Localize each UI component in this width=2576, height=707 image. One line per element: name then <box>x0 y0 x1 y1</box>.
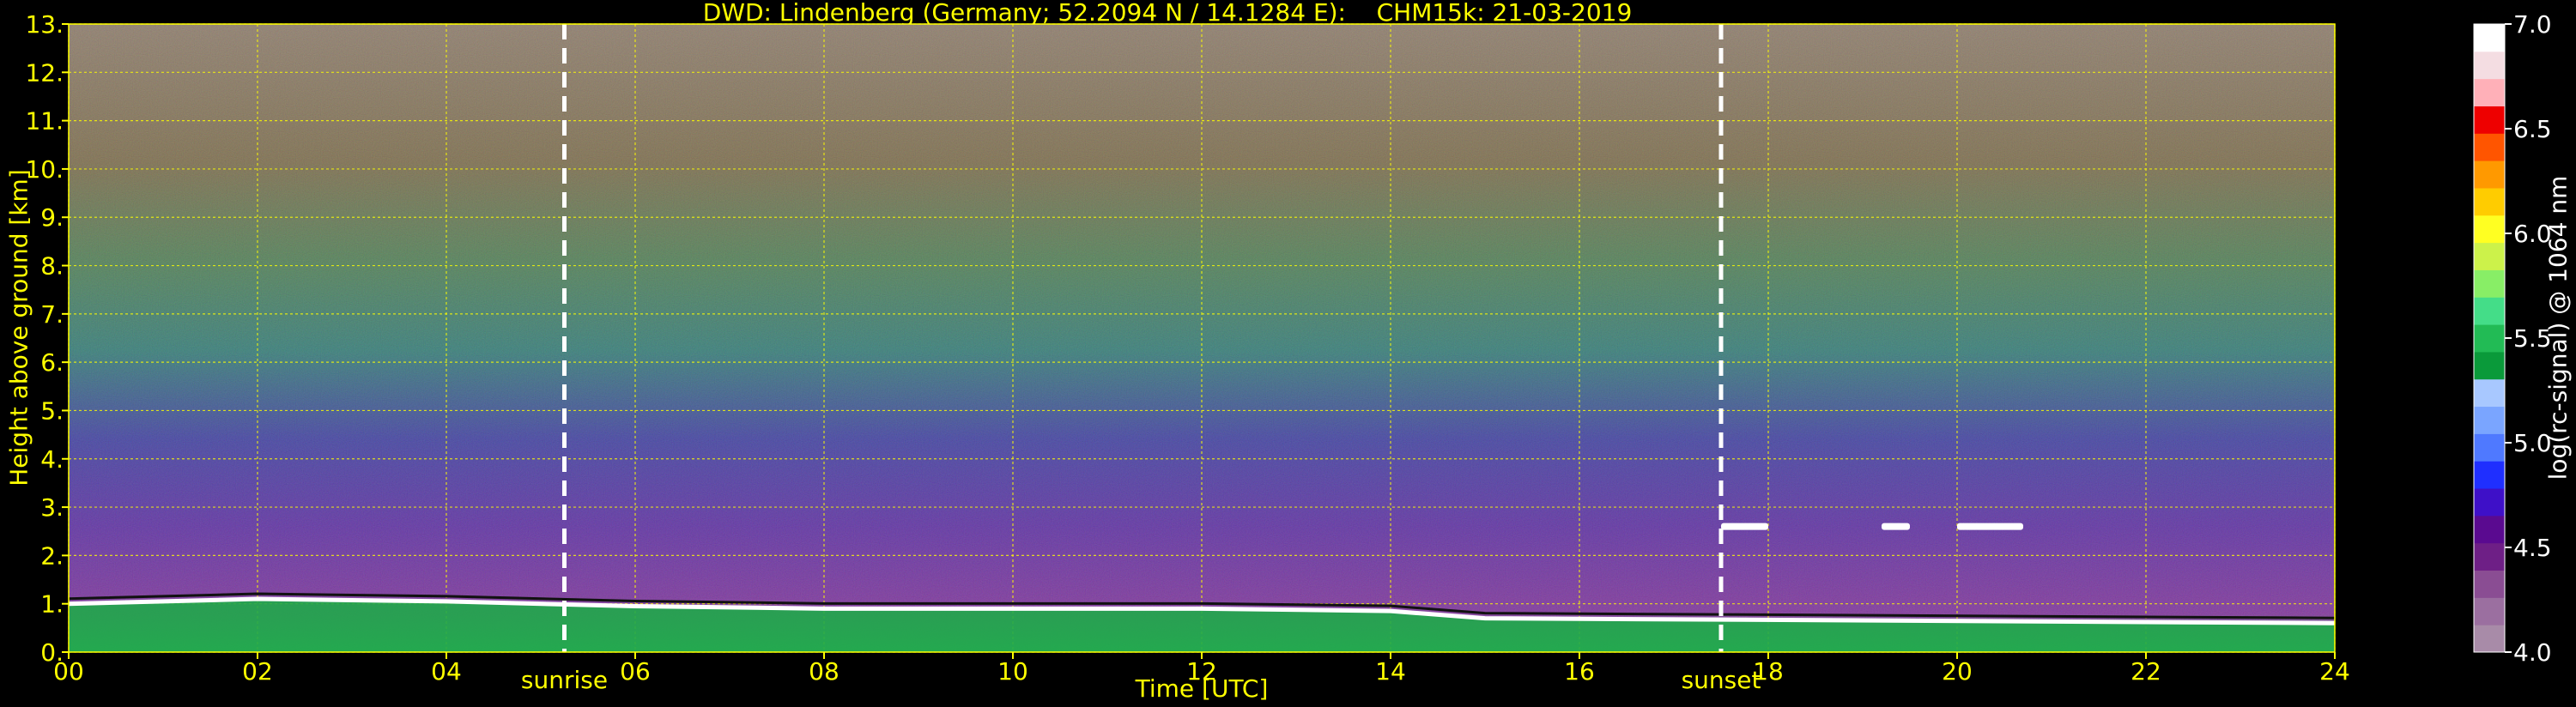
colorbar-segment <box>2474 106 2505 134</box>
colorbar-segment <box>2474 51 2505 80</box>
colorbar-segment <box>2474 24 2505 52</box>
colorbar-segment <box>2474 133 2505 161</box>
ceilometer-chart: DWD: Lindenberg (Germany; 52.2094 N / 14… <box>0 0 2576 707</box>
colorbar-segment <box>2474 597 2505 625</box>
y-tick-label: 8. <box>40 252 64 281</box>
colorbar-segment <box>2474 78 2505 106</box>
colorbar-segment <box>2474 378 2505 408</box>
colorbar-segment <box>2474 570 2505 598</box>
cloud-segment <box>1721 523 1768 530</box>
cloud-segment <box>1957 523 2023 530</box>
colorbar-tick-label: 6.5 <box>2513 115 2552 143</box>
colorbar-segment <box>2474 625 2505 653</box>
colorbar-segment <box>2474 461 2505 489</box>
x-axis-label: Time [UTC] <box>1135 674 1269 703</box>
colorbar-tick-label: 4.0 <box>2513 638 2552 667</box>
cloud-segment <box>1882 523 1910 530</box>
colorbar-segment <box>2474 488 2505 517</box>
colorbar-segment <box>2474 351 2505 380</box>
y-tick-label: 6. <box>40 348 64 377</box>
colorbar-segment <box>2474 542 2505 571</box>
y-tick-label: 5. <box>40 396 64 425</box>
y-tick-label: 3. <box>40 493 64 522</box>
y-tick-label: 2. <box>40 541 64 570</box>
colorbar-segment <box>2474 324 2505 353</box>
colorbar-segment <box>2474 433 2505 462</box>
colorbar-segment <box>2474 187 2505 216</box>
y-axis-label: Height above ground [km] <box>4 169 33 486</box>
colorbar-segment <box>2474 297 2505 325</box>
y-tick-label: 13. <box>25 10 64 39</box>
y-tick-label: 0. <box>40 638 64 667</box>
y-tick-label: 4. <box>40 445 64 474</box>
colorbar-tick-label: 7.0 <box>2513 10 2552 39</box>
y-tick-label: 9. <box>40 203 64 232</box>
colorbar-segment <box>2474 215 2505 244</box>
y-tick-label: 12. <box>25 58 64 87</box>
chart-svg: 00 02 04 06 08 10 12 14 16 18 20 22 240.1.2.3.4.5.6.… <box>25 10 2552 686</box>
sunrise-label: sunrise <box>520 666 609 694</box>
colorbar-tick-label: 4.5 <box>2513 534 2552 562</box>
colorbar-segment <box>2474 269 2505 298</box>
y-tick-label: 7. <box>40 300 64 329</box>
colorbar-segment <box>2474 515 2505 544</box>
colorbar-segment <box>2474 160 2505 189</box>
colorbar-label: log(rc-signal) @ 1064 nm <box>2543 175 2573 480</box>
y-tick-label: 1. <box>40 590 64 619</box>
colorbar-segment <box>2474 406 2505 434</box>
y-tick-label: 11. <box>25 107 64 136</box>
colorbar-segment <box>2474 242 2505 270</box>
sunset-label: sunset <box>1681 666 1761 694</box>
